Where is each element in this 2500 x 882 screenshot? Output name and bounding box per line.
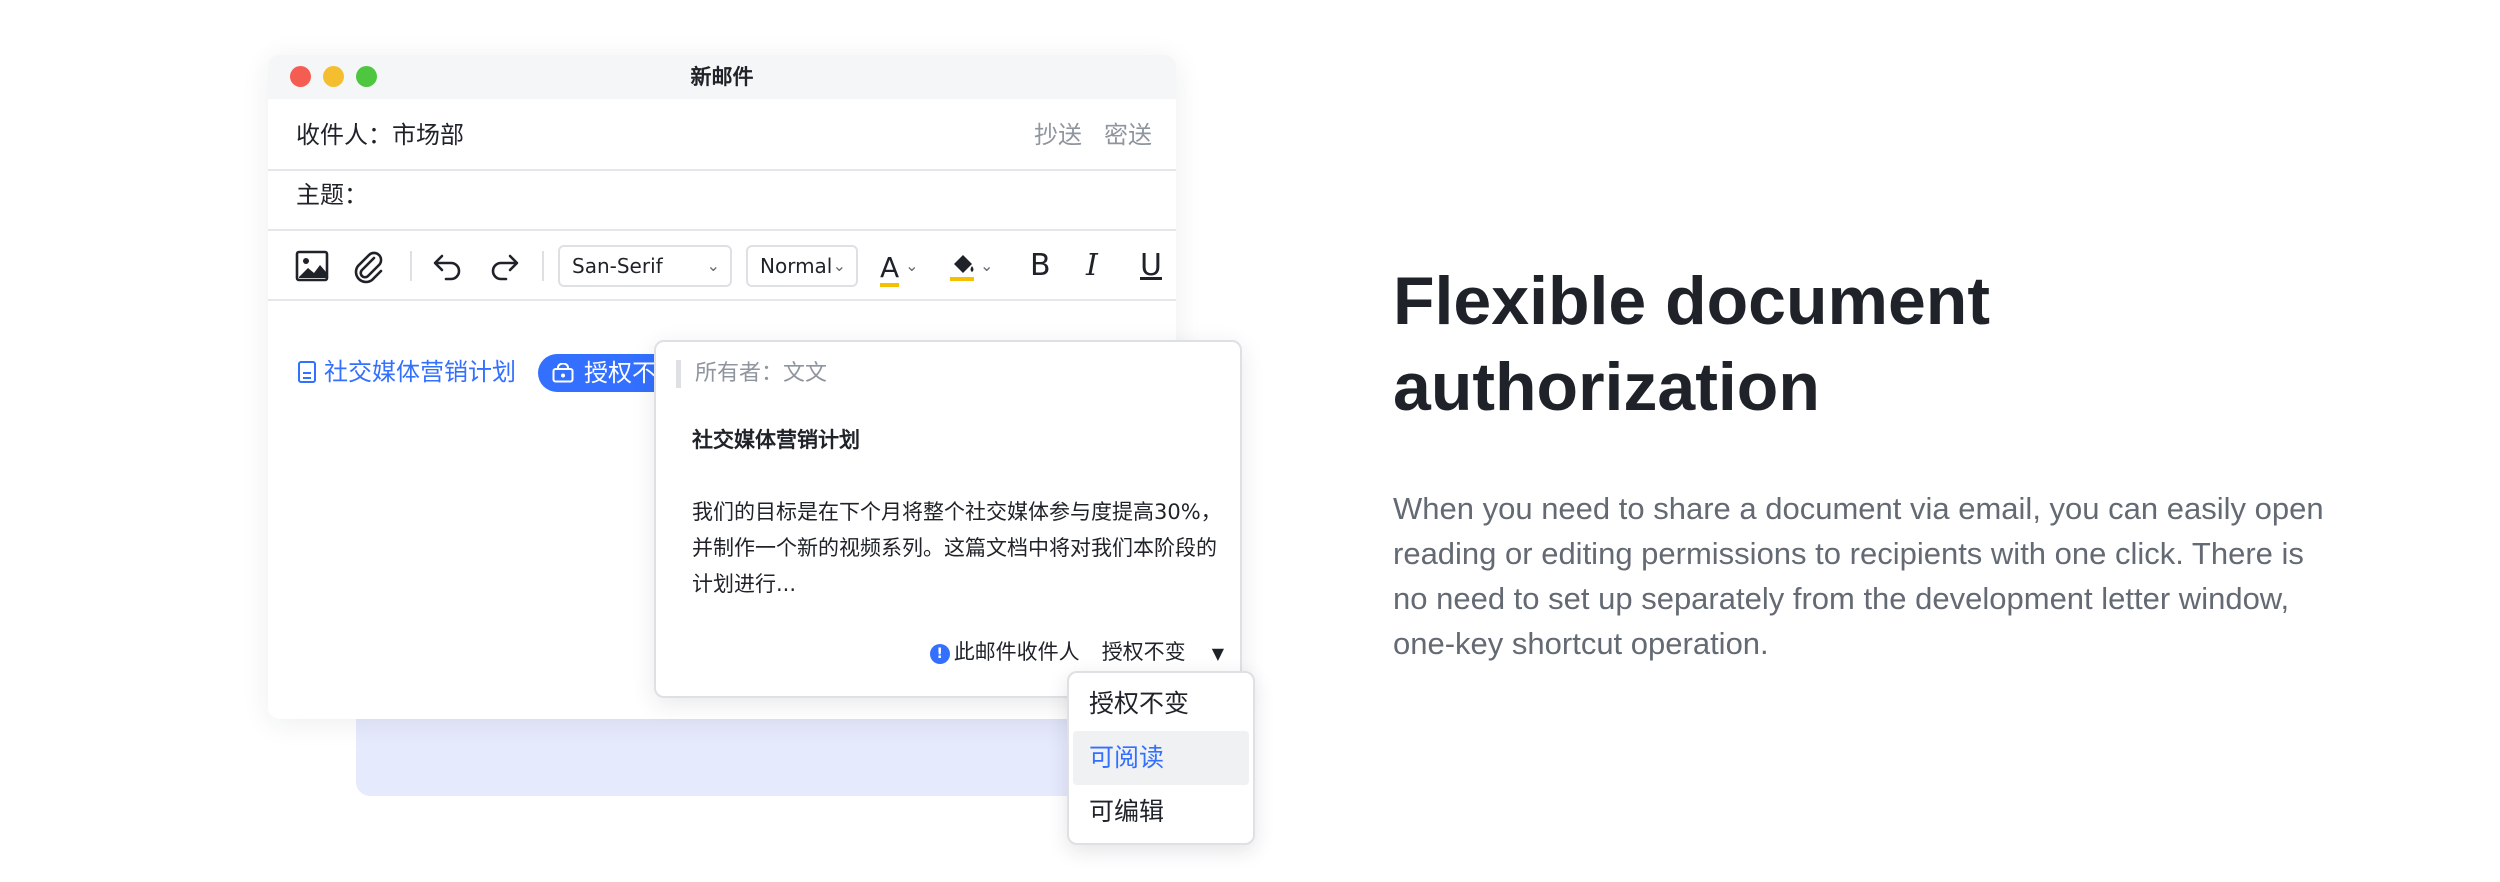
chevron-down-icon: ⌄ <box>905 256 919 275</box>
permission-select[interactable]: 授权不变 ▼ <box>1102 640 1224 664</box>
insert-image-icon[interactable] <box>294 248 330 284</box>
text-color-button[interactable]: A ⌄ <box>880 245 919 289</box>
bcc-link[interactable]: 密送 <box>1104 121 1152 149</box>
redo-icon[interactable] <box>486 248 522 284</box>
preview-document-title: 社交媒体营销计划 <box>692 428 860 452</box>
cc-link[interactable]: 抄送 <box>1034 121 1082 149</box>
subject-row[interactable]: 主题： <box>268 159 1176 231</box>
chevron-down-icon: ⌄ <box>832 256 846 275</box>
font-family-value: San-Serif <box>572 254 663 278</box>
preview-document-excerpt: 我们的目标是在下个月将整个社交媒体参与度提高30%，并制作一个新的视频系列。这篇… <box>692 500 1222 596</box>
toolbar-divider <box>410 251 412 281</box>
format-toolbar: San-Serif ⌄ Normal ⌄ A ⌄ ⌄ B I U <box>268 231 1176 301</box>
permission-target-label: 此邮件收件人 <box>953 640 1080 664</box>
document-owner: 所有者：文文 <box>676 360 827 388</box>
permission-option-edit[interactable]: 可编辑 <box>1073 785 1249 839</box>
chevron-down-icon[interactable]: ⌄ <box>980 245 993 287</box>
feature-description: When you need to share a document via em… <box>1393 491 2324 661</box>
chevron-down-icon: ⌄ <box>706 256 720 275</box>
permission-select-value: 授权不变 <box>1101 640 1186 664</box>
font-size-value: Normal <box>760 254 833 278</box>
underline-button[interactable]: U <box>1140 245 1162 287</box>
text-color-icon: A <box>880 253 900 287</box>
document-link[interactable]: 社交媒体营销计划 <box>298 355 516 389</box>
highlight-color-icon[interactable] <box>946 248 982 284</box>
recipient-value: 市场部 <box>392 121 464 149</box>
font-size-select[interactable]: Normal ⌄ <box>746 245 858 287</box>
feature-headline: Flexible document authorization <box>1393 263 1990 425</box>
window-title: 新邮件 <box>690 65 754 89</box>
font-family-select[interactable]: San-Serif ⌄ <box>558 245 732 287</box>
caret-down-icon: ▼ <box>1211 644 1224 663</box>
title-bar: 新邮件 <box>268 55 1176 99</box>
lock-icon <box>552 363 574 383</box>
recipient-label: 收件人： <box>296 121 392 149</box>
document-icon <box>298 361 316 383</box>
subject-label: 主题： <box>296 181 368 209</box>
bold-button[interactable]: B <box>1030 245 1051 287</box>
permission-option-unchanged[interactable]: 授权不变 <box>1073 677 1249 731</box>
italic-button[interactable]: I <box>1086 245 1098 287</box>
attachment-icon[interactable] <box>350 248 386 284</box>
undo-icon[interactable] <box>430 248 466 284</box>
document-preview-popover: 所有者：文文 社交媒体营销计划 我们的目标是在下个月将整个社交媒体参与度提高30… <box>654 340 1242 698</box>
toolbar-divider <box>542 251 544 281</box>
permission-dropdown-menu: 授权不变 可阅读 可编辑 <box>1067 671 1255 845</box>
document-link-label: 社交媒体营销计划 <box>324 358 516 386</box>
permission-row: ! 此邮件收件人 授权不变 ▼ <box>929 634 1224 670</box>
info-icon: ! <box>929 644 950 664</box>
permission-option-read[interactable]: 可阅读 <box>1073 731 1249 785</box>
